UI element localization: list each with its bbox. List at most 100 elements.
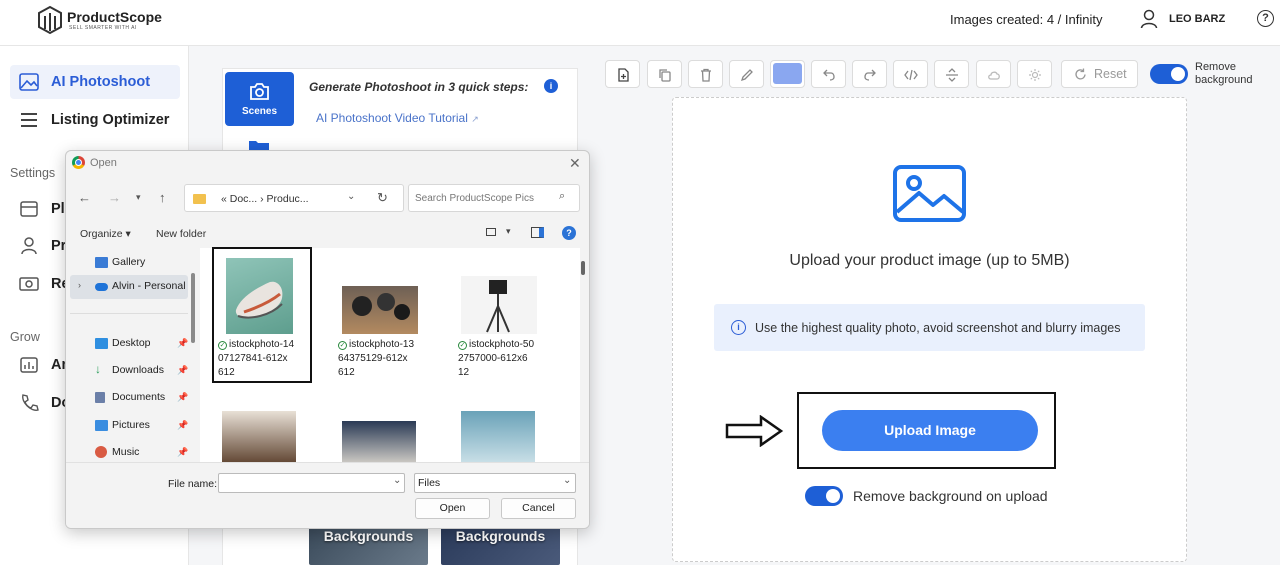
sidebar-section-settings: Settings xyxy=(10,166,56,180)
nav-item-label: Pictures xyxy=(112,419,150,431)
navigation-pane: Gallery › Alvin - Personal Desktop 📌 ↓ D… xyxy=(66,248,192,462)
cancel-button[interactable]: Cancel xyxy=(501,498,576,519)
synced-check-icon: ✓ xyxy=(338,341,347,350)
nav-item-documents[interactable]: Documents 📌 xyxy=(70,386,188,410)
file-type-select[interactable]: Files ⌄ xyxy=(414,473,576,493)
photoshoot-steps-title: Generate Photoshoot in 3 quick steps: xyxy=(309,80,529,94)
color-swatch[interactable] xyxy=(773,63,802,84)
preview-pane-icon[interactable] xyxy=(531,227,544,238)
file-caption: ✓ istockphoto-50 2757000-612x6 12 xyxy=(458,338,544,380)
reset-label: Reset xyxy=(1094,67,1127,81)
nav-item-pictures[interactable]: Pictures 📌 xyxy=(70,414,188,438)
close-icon[interactable]: ✕ xyxy=(569,155,581,172)
code-button[interactable] xyxy=(893,60,928,88)
chevron-down-icon[interactable]: ⌄ xyxy=(393,475,401,486)
pin-icon[interactable]: 📌 xyxy=(177,338,188,349)
dialog-title: Open xyxy=(90,157,117,169)
scenes-button[interactable]: Scenes xyxy=(225,72,294,126)
refresh-icon[interactable]: ↻ xyxy=(377,190,388,206)
selected-file-highlight xyxy=(212,247,312,383)
phone-icon xyxy=(22,394,39,411)
file-caption: ✓ istockphoto-13 64375129-612x 612 xyxy=(338,338,424,380)
chevron-down-icon[interactable]: ⌄ xyxy=(563,475,571,486)
document-icon xyxy=(95,392,105,403)
address-bar[interactable]: « Doc... › Produc... ⌄ ↻ xyxy=(184,184,404,212)
logo-tagline: SELL SMARTER WITH AI xyxy=(69,25,137,31)
help-icon[interactable]: ? xyxy=(1257,10,1274,27)
brightness-button[interactable] xyxy=(1017,60,1052,88)
undo-button[interactable] xyxy=(811,60,846,88)
view-icon[interactable] xyxy=(486,228,496,236)
images-created-counter: Images created: 4 / Infinity xyxy=(950,12,1103,27)
forward-arrow-icon[interactable]: → xyxy=(108,190,121,205)
delete-button[interactable] xyxy=(688,60,723,88)
backgrounds-card[interactable]: Backgrounds xyxy=(441,524,560,565)
toggle-knob xyxy=(1171,67,1185,81)
duplicate-button[interactable] xyxy=(647,60,682,88)
pin-icon[interactable]: 📌 xyxy=(177,447,188,458)
backgrounds-card-label: Backgrounds xyxy=(323,528,414,544)
right-arrow-icon xyxy=(725,415,784,447)
studio-lights-image xyxy=(461,411,535,462)
desk-image xyxy=(342,421,416,462)
file-name-input[interactable]: ⌄ xyxy=(218,473,405,493)
nav-item-onedrive[interactable]: › Alvin - Personal xyxy=(70,275,188,299)
flip-vertical-button[interactable] xyxy=(934,60,969,88)
nav-item-desktop[interactable]: Desktop 📌 xyxy=(70,332,188,356)
cloud-button[interactable] xyxy=(976,60,1011,88)
nav-item-gallery[interactable]: Gallery xyxy=(70,251,188,275)
toggle-knob xyxy=(826,489,840,503)
flip-icon xyxy=(946,68,958,82)
upload-title: Upload your product image (up to 5MB) xyxy=(789,252,1070,269)
camera-icon xyxy=(250,83,269,100)
user-icon[interactable] xyxy=(1140,9,1158,29)
reset-button[interactable]: Reset xyxy=(1061,60,1138,88)
pin-icon[interactable]: 📌 xyxy=(177,365,188,376)
remove-background-label: Remove background xyxy=(1195,61,1253,87)
nav-item-label: Alvin - Personal xyxy=(112,280,186,292)
video-tutorial-link[interactable]: AI Photoshoot Video Tutorial ↗ xyxy=(316,111,479,125)
nav-divider xyxy=(70,313,188,314)
upload-image-button[interactable]: Upload Image xyxy=(822,410,1038,451)
chevron-right-icon[interactable]: › xyxy=(78,280,81,290)
chevron-down-icon[interactable]: ▾ xyxy=(506,226,511,237)
pin-icon[interactable]: 📌 xyxy=(177,420,188,431)
user-name[interactable]: LEO BARZ xyxy=(1169,13,1225,25)
nav-item-downloads[interactable]: ↓ Downloads 📌 xyxy=(70,359,188,383)
back-arrow-icon[interactable]: ← xyxy=(78,190,91,205)
help-icon[interactable]: ? xyxy=(562,226,576,240)
edit-button[interactable] xyxy=(729,60,764,88)
redo-button[interactable] xyxy=(852,60,887,88)
new-folder-button[interactable]: New folder xyxy=(156,228,206,240)
sidebar-item-label: Listing Optimizer xyxy=(51,112,170,128)
sidebar-item-label: Pl xyxy=(51,201,65,217)
pencil-icon xyxy=(740,69,753,82)
lens-icon xyxy=(352,293,410,320)
productscope-logo-icon xyxy=(38,5,62,35)
external-link-icon: ↗ xyxy=(471,114,479,124)
chevron-down-icon[interactable]: ▾ xyxy=(136,192,141,203)
backgrounds-card[interactable]: Backgrounds xyxy=(309,524,428,565)
file-name-line: istockphoto-13 xyxy=(349,339,415,350)
info-icon[interactable]: i xyxy=(544,79,558,93)
sidebar-item-listing-optimizer[interactable]: Listing Optimizer xyxy=(10,103,180,137)
chevron-down-icon[interactable]: ⌄ xyxy=(347,191,355,202)
scenes-label: Scenes xyxy=(241,106,278,117)
file-scrollbar[interactable] xyxy=(581,261,585,275)
remove-background-toggle[interactable] xyxy=(1150,64,1188,84)
organize-button[interactable]: Organize ▾ xyxy=(80,228,131,240)
camera-tripod-image xyxy=(461,276,537,334)
sidebar-item-label: AI Photoshoot xyxy=(51,74,151,90)
file-name-label: File name: xyxy=(168,478,218,490)
nav-item-label: Desktop xyxy=(112,337,151,349)
search-input[interactable]: Search ProductScope Pics ⌕ xyxy=(408,184,580,212)
nav-scrollbar[interactable] xyxy=(191,273,195,343)
sidebar-item-ai-photoshoot[interactable]: AI Photoshoot xyxy=(10,65,180,99)
cloud-icon xyxy=(95,283,108,291)
remove-background-on-upload-toggle[interactable] xyxy=(805,486,843,506)
open-button[interactable]: Open xyxy=(415,498,490,519)
pin-icon[interactable]: 📌 xyxy=(177,392,188,403)
box-icon xyxy=(20,201,38,217)
new-file-button[interactable] xyxy=(605,60,640,88)
up-arrow-icon[interactable]: ↑ xyxy=(159,190,166,205)
